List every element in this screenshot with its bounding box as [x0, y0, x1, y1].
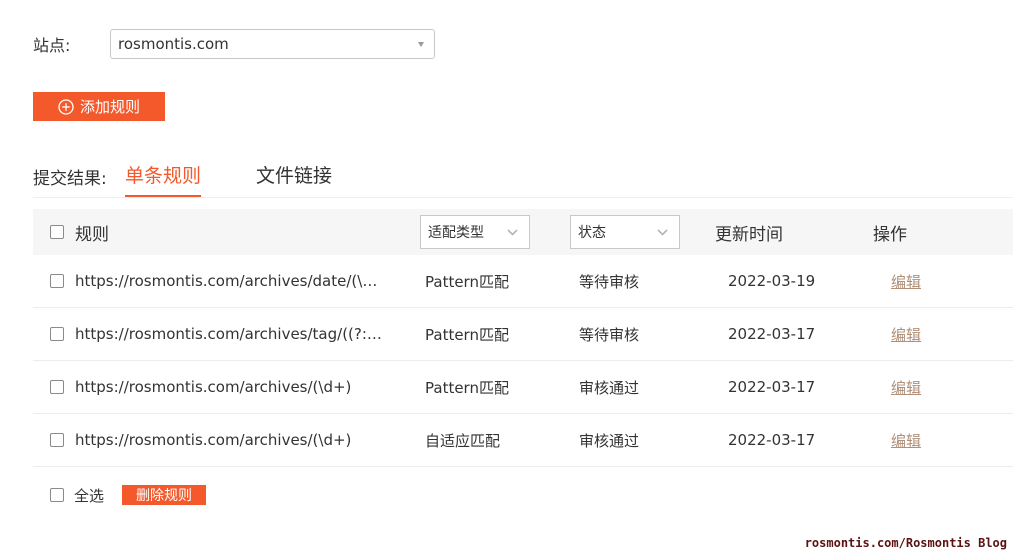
header-checkbox-cell — [50, 209, 64, 255]
row-status: 审核通过 — [579, 361, 639, 413]
header-checkbox[interactable] — [50, 225, 64, 239]
table-footer: 全选 删除规则 — [33, 480, 207, 510]
site-label: 站点: — [33, 36, 71, 55]
header-actions-label: 操作 — [873, 224, 907, 245]
row-rule-text: https://rosmontis.com/archives/(\d+) — [75, 378, 352, 396]
row-status-text: 审核通过 — [579, 378, 640, 397]
row-date: 2022-03-17 — [728, 378, 816, 396]
row-rule-text: https://rosmontis.com/archives/date/(\w+… — [75, 272, 387, 290]
row-status-text: 审核通过 — [579, 431, 640, 450]
table-row: https://rosmontis.com/archives/(\d+) Pat… — [33, 361, 1013, 414]
table-row: https://rosmontis.com/archives/date/(\w+… — [33, 255, 1013, 308]
site-select-value: rosmontis.com — [118, 35, 229, 53]
table-row: https://rosmontis.com/archives/tag/((?:%… — [33, 308, 1013, 361]
add-rule-button[interactable]: 添加规则 — [33, 92, 165, 121]
row-type: Pattern匹配 — [425, 325, 509, 344]
row-checkbox[interactable] — [50, 327, 64, 341]
select-all-label: 全选 — [74, 486, 105, 505]
row-status-text: 等待审核 — [579, 272, 640, 291]
row-checkbox[interactable] — [50, 433, 64, 447]
site-row: 站点: rosmontis.com — [33, 29, 435, 59]
plus-circle-icon — [58, 98, 74, 115]
row-status-text: 等待审核 — [579, 325, 640, 344]
tab-single-rule[interactable]: 单条规则 — [125, 161, 202, 197]
row-date: 2022-03-19 — [728, 272, 816, 290]
row-type: 自适应匹配 — [425, 431, 501, 450]
row-status: 审核通过 — [579, 414, 639, 466]
row-actions: 编辑 — [873, 414, 921, 466]
header-updated-label: 更新时间 — [715, 224, 783, 245]
row-type: Pattern匹配 — [425, 378, 509, 397]
table-header: 规则 适配类型 状态 更新时间 操作 — [33, 209, 1013, 255]
edit-link[interactable]: 编辑 — [891, 271, 921, 292]
rules-table: 规则 适配类型 状态 更新时间 操作 https://rosmontis.com… — [33, 209, 1013, 467]
row-rule: https://rosmontis.com/archives/(\d+) — [75, 414, 387, 466]
row-checkbox[interactable] — [50, 380, 64, 394]
row-checkbox[interactable] — [50, 274, 64, 288]
row-actions: 编辑 — [873, 255, 921, 307]
row-checkbox-cell — [50, 414, 64, 466]
row-actions: 编辑 — [873, 308, 921, 360]
watermark: rosmontis.com/Rosmontis Blog — [804, 536, 1007, 550]
header-updated: 更新时间 — [715, 209, 783, 255]
tab-file-link[interactable]: 文件链接 — [256, 161, 332, 197]
header-type-cell: 适配类型 — [420, 209, 530, 255]
chevron-down-icon — [507, 228, 518, 236]
row-status: 等待审核 — [579, 308, 639, 360]
header-actions: 操作 — [873, 209, 907, 255]
result-tabs: 提交结果: 单条规则 文件链接 — [33, 156, 1013, 198]
header-rule-label: 规则 — [75, 224, 109, 245]
status-filter-select[interactable]: 状态 — [570, 215, 680, 249]
row-status: 等待审核 — [579, 255, 639, 307]
delete-rule-button[interactable]: 删除规则 — [122, 485, 207, 505]
row-checkbox-cell — [50, 255, 64, 307]
row-rule-text: https://rosmontis.com/archives/tag/((?:%… — [75, 325, 387, 343]
row-type: Pattern匹配 — [425, 272, 509, 291]
row-rule: https://rosmontis.com/archives/date/(\w+… — [75, 255, 387, 307]
edit-link[interactable]: 编辑 — [891, 430, 921, 451]
header-rule: 规则 — [75, 209, 387, 255]
row-checkbox-cell — [50, 361, 64, 413]
row-date: 2022-03-17 — [728, 431, 816, 449]
tabs-label: 提交结果: — [33, 169, 107, 189]
type-filter-label: 适配类型 — [428, 225, 484, 241]
edit-link[interactable]: 编辑 — [891, 324, 921, 345]
row-checkbox-cell — [50, 308, 64, 360]
select-all-checkbox[interactable] — [50, 488, 64, 502]
site-select[interactable]: rosmontis.com — [110, 29, 435, 59]
row-actions: 编辑 — [873, 361, 921, 413]
table-row: https://rosmontis.com/archives/(\d+) 自适应… — [33, 414, 1013, 467]
header-status-cell: 状态 — [570, 209, 680, 255]
row-date: 2022-03-17 — [728, 325, 816, 343]
chevron-down-icon — [657, 228, 668, 236]
add-rule-label: 添加规则 — [79, 98, 140, 116]
type-filter-select[interactable]: 适配类型 — [420, 215, 530, 249]
row-rule-text: https://rosmontis.com/archives/(\d+) — [75, 431, 352, 449]
status-filter-label: 状态 — [578, 225, 606, 241]
edit-link[interactable]: 编辑 — [891, 377, 921, 398]
caret-down-icon — [418, 41, 424, 47]
row-rule: https://rosmontis.com/archives/tag/((?:%… — [75, 308, 387, 360]
row-rule: https://rosmontis.com/archives/(\d+) — [75, 361, 387, 413]
